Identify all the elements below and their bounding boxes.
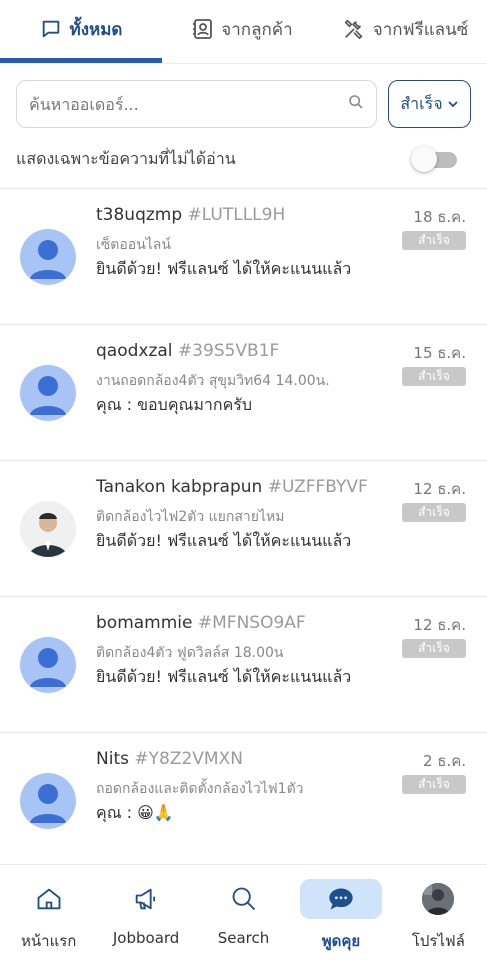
search-row: สำเร็จ (16, 80, 471, 128)
search-icon[interactable] (348, 94, 364, 114)
toggle-knob (411, 146, 437, 172)
order-code: #LUTLLL9H (187, 205, 286, 225)
search-icon (203, 879, 285, 919)
nav-search[interactable]: Search (195, 865, 292, 960)
chat-title: t38uqzmp #LUTLLL9H (96, 205, 285, 225)
order-code: #UZFFBYVF (267, 477, 368, 497)
chat-title: Nits #Y8Z2VMXN (96, 749, 243, 769)
chat-date: 2 ธ.ค. (422, 752, 466, 770)
tab-label: จากลูกค้า (221, 19, 293, 40)
chat-date: 12 ธ.ค. (413, 616, 466, 634)
chat-icon (299, 879, 382, 919)
last-message: คุณ : ขอบคุณมากครับ (96, 395, 253, 414)
customer-name: t38uqzmp (96, 205, 183, 225)
chat-list: t38uqzmp #LUTLLL9H 18 ธ.ค. สำเร็จ เซ็ตออ… (0, 188, 487, 868)
order-subject: เซ็ตออนไลน์ (96, 237, 171, 253)
chat-list-item[interactable]: Nits #Y8Z2VMXN 2 ธ.ค. สำเร็จ ถอดกล้องและ… (0, 732, 487, 868)
order-code: #39S5VB1F (177, 341, 280, 361)
tab-from-customer[interactable]: จากลูกค้า (162, 0, 324, 58)
chat-bubble-icon (40, 18, 62, 40)
bottom-navigation: หน้าแรก Jobboard Search พูดคุย โปรไฟล์ (0, 864, 487, 960)
megaphone-icon (105, 879, 187, 919)
tab-label: จากฟรีแลนซ์ (372, 19, 469, 40)
chat-list-item[interactable]: t38uqzmp #LUTLLL9H 18 ธ.ค. สำเร็จ เซ็ตออ… (0, 188, 487, 324)
unread-filter-label: แสดงเฉพาะข้อความที่ไม่ได้อ่าน (16, 148, 236, 168)
nav-label: โปรไฟล์ (411, 932, 465, 950)
status-badge: สำเร็จ (402, 367, 466, 386)
user-photo-avatar (20, 501, 76, 557)
status-filter-value: สำเร็จ (400, 93, 443, 113)
default-avatar (20, 773, 76, 829)
unread-filter-row: แสดงเฉพาะข้อความที่ไม่ได้อ่าน (16, 142, 457, 176)
order-subject: ติดกล้อง4ตัว ฟูดวิลล์ส 18.00น (96, 645, 284, 661)
tab-label: ทั้งหมด (69, 19, 123, 40)
nav-jobboard[interactable]: Jobboard (97, 865, 194, 960)
chat-date: 15 ธ.ค. (413, 344, 466, 362)
chat-date: 18 ธ.ค. (413, 208, 466, 226)
tools-icon (343, 18, 365, 40)
chat-list-item[interactable]: Tanakon kabprapun #UZFFBYVF 12 ธ.ค. สำเร… (0, 460, 487, 596)
nav-label: Search (217, 929, 270, 947)
status-filter-dropdown[interactable]: สำเร็จ (388, 80, 471, 128)
order-subject: ติดกล้องไวไฟ2ตัว แยกสายไหม (96, 509, 285, 525)
home-icon (8, 879, 90, 919)
order-subject: ถอดกล้องและติดตั้งกล้องไวไฟ1ตัว (96, 781, 304, 797)
search-input[interactable] (29, 94, 348, 114)
customer-name: Tanakon kabprapun (96, 477, 263, 497)
order-code: #MFNSO9AF (197, 613, 306, 633)
chat-title: bomammie #MFNSO9AF (96, 613, 306, 633)
customer-name: Nits (96, 749, 129, 769)
customer-name: bomammie (96, 613, 193, 633)
chat-date: 12 ธ.ค. (413, 480, 466, 498)
chat-list-item[interactable]: qaodxzal #39S5VB1F 15 ธ.ค. สำเร็จ งานถอด… (0, 324, 487, 460)
tab-all[interactable]: ทั้งหมด (0, 0, 162, 58)
nav-label: Jobboard (112, 929, 180, 947)
nav-chat[interactable]: พูดคุย (292, 865, 389, 960)
chat-title: qaodxzal #39S5VB1F (96, 341, 279, 361)
last-message: คุณ : 😀🙏 (96, 803, 174, 822)
status-badge: สำเร็จ (402, 639, 466, 658)
nav-home[interactable]: หน้าแรก (0, 865, 97, 960)
nav-label: หน้าแรก (21, 932, 77, 950)
nav-label: พูดคุย (321, 932, 361, 950)
order-subject: งานถอดกล้อง4ตัว สุขุมวิท64 14.00น. (96, 373, 330, 389)
last-message: ยินดีด้วย! ฟรีแลนซ์ ได้ให้คะแนนแล้ว (96, 667, 352, 686)
active-tab-indicator (0, 58, 162, 63)
status-badge: สำเร็จ (402, 231, 466, 250)
default-avatar (20, 229, 76, 285)
tab-bar: ทั้งหมด จากลูกค้า จากฟรีแลนซ์ (0, 0, 487, 64)
profile-photo (422, 883, 455, 915)
default-avatar (20, 365, 76, 421)
last-message: ยินดีด้วย! ฟรีแลนซ์ ได้ให้คะแนนแล้ว (96, 259, 352, 278)
nav-profile[interactable]: โปรไฟล์ (390, 865, 487, 960)
default-avatar (20, 637, 76, 693)
customer-name: qaodxzal (96, 341, 173, 361)
last-message: ยินดีด้วย! ฟรีแลนซ์ ได้ให้คะแนนแล้ว (96, 531, 352, 550)
contact-card-icon (193, 18, 213, 40)
tab-from-freelancer[interactable]: จากฟรีแลนซ์ (324, 0, 487, 58)
profile-avatar (397, 879, 479, 919)
search-box (16, 80, 377, 128)
chat-list-item[interactable]: bomammie #MFNSO9AF 12 ธ.ค. สำเร็จ ติดกล้… (0, 596, 487, 732)
unread-only-toggle[interactable] (411, 146, 457, 172)
status-badge: สำเร็จ (402, 503, 466, 522)
chevron-down-icon (447, 95, 459, 114)
status-badge: สำเร็จ (402, 775, 466, 794)
order-code: #Y8Z2VMXN (134, 749, 243, 769)
chat-title: Tanakon kabprapun #UZFFBYVF (96, 477, 368, 497)
